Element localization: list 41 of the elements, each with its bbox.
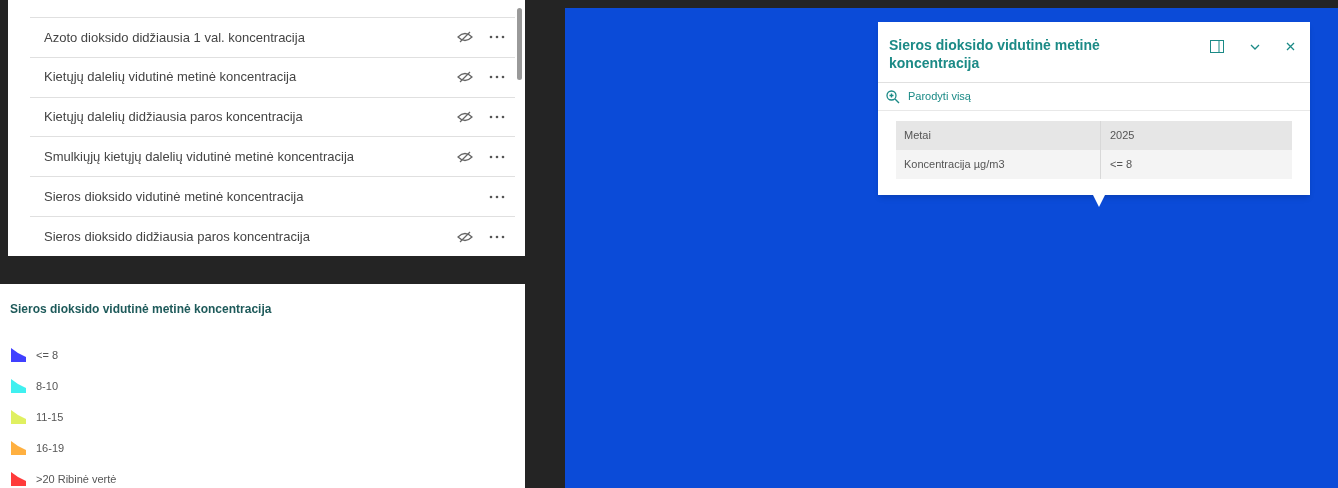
legend-label: >20 Ribinė vertė — [36, 471, 117, 487]
layer-item[interactable]: Sieros dioksido didžiausia paros koncentracija — [30, 216, 515, 256]
layer-name: Sieros dioksido vidutinė metinė koncentracija — [44, 187, 305, 206]
more-icon[interactable] — [489, 194, 505, 199]
legend-title: Sieros dioksido vidutinė metinė koncentracija — [10, 301, 273, 318]
legend-label: 8-10 — [36, 378, 59, 394]
zoom-in-icon[interactable] — [886, 89, 900, 104]
eye-off-icon[interactable] — [457, 71, 473, 84]
layer-item[interactable]: Azoto dioksido didžiausia 1 val. koncentracija — [30, 17, 515, 57]
more-icon[interactable] — [489, 35, 505, 40]
eye-off-icon[interactable] — [457, 230, 473, 243]
layer-name: Sieros dioksido didžiausia paros koncentracija — [44, 227, 311, 246]
map-view[interactable]: Sieros dioksido vidutinė metinė koncentracija Parodyti visą Metai 2025 Koncentracija µg/m3 <= 8 — [565, 8, 1338, 488]
legend-label: 11-15 — [36, 409, 64, 425]
layer-item[interactable]: Smulkiųjų kietųjų dalelių vidutinė metinė koncentracija — [30, 136, 515, 177]
layer-name: Kietųjų dalelių didžiausia paros koncentracija — [44, 108, 304, 127]
popup-title: Sieros dioksido vidutinė metinė koncentracija — [889, 36, 1101, 72]
show-all-link[interactable]: Parodyti visą — [908, 88, 971, 105]
layer-item[interactable]: Kietųjų dalelių didžiausia paros koncentracija — [30, 96, 515, 137]
eye-off-icon[interactable] — [457, 150, 473, 163]
layer-name: Kietųjų dalelių vidutinė metinė koncentracija — [44, 68, 298, 87]
more-icon[interactable] — [489, 154, 505, 159]
more-icon[interactable] — [489, 234, 505, 239]
eye-off-icon[interactable] — [457, 31, 473, 44]
layer-name: Azoto dioksido didžiausia 1 val. koncentracija — [44, 28, 306, 47]
layer-item[interactable]: Sieros dioksido vidutinė metinė koncentracija — [30, 176, 515, 217]
more-icon[interactable] — [489, 115, 505, 120]
legend-label: <= 8 — [36, 347, 59, 363]
field-value: 2025 — [1109, 128, 1136, 144]
popup-pointer — [1093, 195, 1105, 207]
field-name: Koncentracija µg/m3 — [896, 150, 1101, 179]
layer-name: Smulkiųjų kietųjų dalelių vidutinė metinė koncentracija — [44, 148, 355, 167]
legend-label: 16-19 — [36, 440, 65, 456]
dock-icon[interactable] — [1210, 40, 1224, 53]
eye-off-icon[interactable] — [457, 111, 473, 124]
more-icon[interactable] — [489, 75, 505, 80]
field-value: <= 8 — [1109, 157, 1134, 173]
chevron-down-icon[interactable] — [1250, 43, 1260, 50]
close-icon[interactable] — [1286, 42, 1295, 51]
layer-item[interactable]: Kietųjų dalelių vidutinė metinė koncentracija — [30, 56, 515, 97]
scrollbar-thumb[interactable] — [517, 8, 522, 80]
